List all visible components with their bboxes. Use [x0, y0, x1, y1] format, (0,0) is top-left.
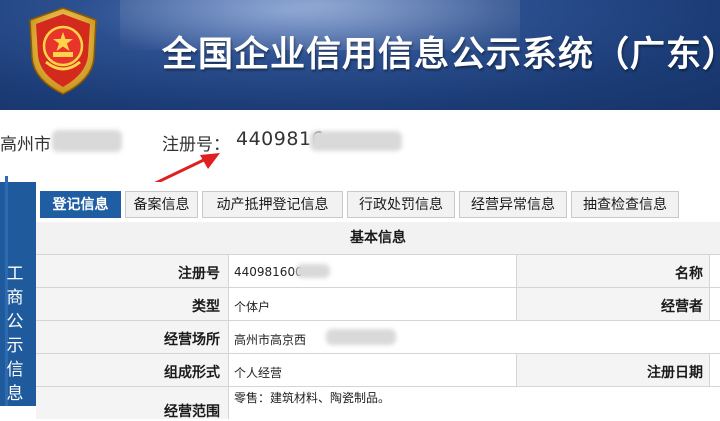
site-title: 全国企业信用信息公示系统（广东） — [162, 35, 720, 75]
table-title: 基本信息 — [36, 222, 720, 255]
row-label: 经营场所 — [164, 332, 220, 348]
site-header: 全国企业信用信息公示系统（广东） — [0, 0, 720, 110]
left-sidebar: 工 商 公 示 信 息 — [0, 176, 36, 406]
cell-divider — [228, 321, 229, 353]
tab-administrative-penalty-info[interactable]: 行政处罚信息 — [347, 191, 455, 218]
row-value: 个体户 — [234, 300, 271, 314]
redacted-registration-number — [310, 131, 402, 151]
row-value: 零售：建筑材料、陶瓷制品。 — [234, 391, 391, 405]
cell-divider — [228, 387, 229, 419]
tab-registration-info[interactable]: 登记信息 — [40, 191, 121, 218]
row-label-2: 名称 — [675, 266, 703, 282]
sidebar-caption: 工 商 公 示 信 息 — [3, 262, 27, 406]
cell-divider — [228, 288, 229, 320]
row-label: 组成形式 — [164, 365, 220, 381]
row-label-2: 注册日期 — [647, 365, 703, 381]
sidebar-char: 信 — [6, 360, 24, 380]
tab-bar: 登记信息 备案信息 动产抵押登记信息 行政处罚信息 经营异常信息 抽查检查信息 — [36, 182, 720, 222]
table-row: 注册号 440981600 名称 — [36, 255, 720, 288]
sidebar-char: 工 — [6, 264, 24, 284]
row-label: 经营范围 — [164, 404, 220, 420]
cell-divider — [709, 255, 710, 287]
row-label-2: 经营者 — [661, 299, 703, 315]
table-row: 组成形式 个人经营 注册日期 — [36, 354, 720, 387]
sidebar-char: 商 — [6, 288, 24, 308]
cell-divider — [709, 354, 710, 386]
redacted-value — [326, 329, 396, 345]
company-name: 高州市 — [0, 135, 51, 155]
tab-inspection-info[interactable]: 抽查检查信息 — [571, 191, 679, 218]
row-label: 类型 — [192, 299, 220, 315]
row-value: 个人经营 — [234, 366, 283, 380]
cell-divider — [228, 354, 229, 386]
tab-abnormal-operation-info[interactable]: 经营异常信息 — [459, 191, 567, 218]
sidebar-char: 示 — [6, 336, 24, 356]
row-value: 高州市高京西 — [234, 333, 307, 347]
tab-filing-info[interactable]: 备案信息 — [125, 191, 198, 218]
table-row: 经营场所 高州市高京西 — [36, 321, 720, 354]
table-row: 类型 个体户 经营者 — [36, 288, 720, 321]
table-row: 经营范围 零售：建筑材料、陶瓷制品。 — [36, 387, 720, 420]
cell-divider — [709, 288, 710, 320]
cell-divider — [228, 255, 229, 287]
row-value: 440981600 — [234, 265, 303, 279]
sidebar-char: 公 — [6, 312, 24, 332]
national-emblem-icon — [29, 7, 97, 95]
row-label: 注册号 — [178, 266, 220, 282]
redacted-value — [296, 264, 330, 278]
tab-chattel-mortgage-info[interactable]: 动产抵押登记信息 — [202, 191, 343, 218]
sidebar-char: 息 — [6, 384, 24, 404]
